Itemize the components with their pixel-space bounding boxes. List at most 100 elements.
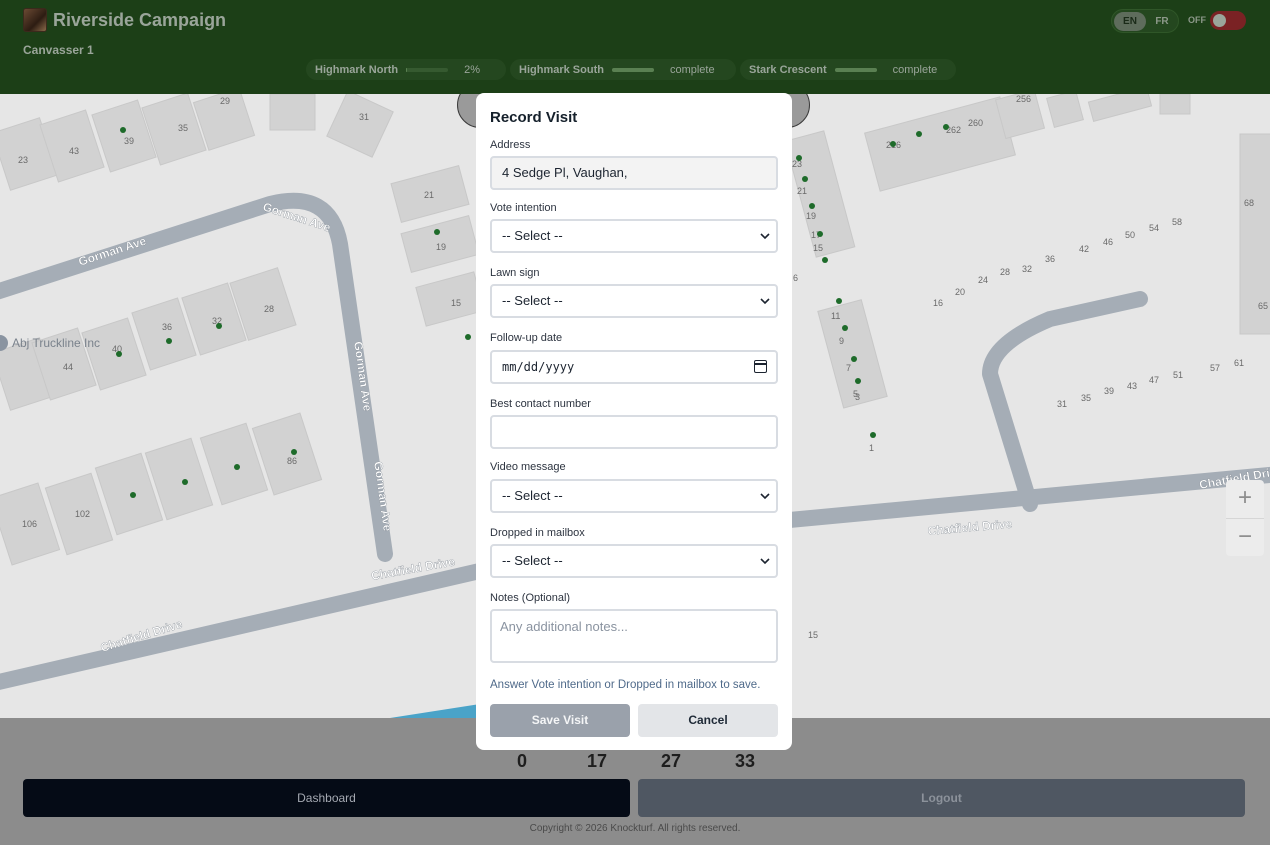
video-message-value: -- Select --	[502, 488, 563, 503]
house-number-label: 19	[806, 211, 816, 221]
vote-intention-label: Vote intention	[490, 202, 557, 214]
best-contact-input[interactable]	[490, 415, 778, 449]
visited-house-marker[interactable]	[291, 449, 297, 455]
house-number-label: 44	[63, 362, 73, 372]
house-number-label: 47	[1149, 375, 1159, 385]
lang-fr-button[interactable]: FR	[1146, 12, 1178, 31]
toggle-state-label: OFF	[1188, 15, 1206, 25]
house-number-label: 36	[1045, 254, 1055, 264]
house-number-label: 39	[1104, 386, 1114, 396]
visited-house-marker[interactable]	[216, 323, 222, 329]
house-number-label: 46	[1103, 237, 1113, 247]
visited-house-marker[interactable]	[809, 203, 815, 209]
territory-pill[interactable]: Stark Crescent complete	[740, 59, 956, 80]
house-number-label: 35	[1081, 393, 1091, 403]
follow-up-date-placeholder: mm/dd/yyyy	[502, 360, 575, 374]
house-number-label: 29	[220, 96, 230, 106]
visited-house-marker[interactable]	[120, 127, 126, 133]
house-number-label: 42	[1079, 244, 1089, 254]
house-number-label: 50	[1125, 230, 1135, 240]
chevron-down-icon	[760, 298, 770, 305]
visited-house-marker[interactable]	[434, 229, 440, 235]
visited-house-marker[interactable]	[465, 334, 471, 340]
house-number-label: 20	[955, 287, 965, 297]
address-field[interactable]: 4 Sedge Pl, Vaughan,	[490, 156, 778, 190]
lawn-sign-select[interactable]: -- Select --	[490, 284, 778, 318]
house-number-label: 58	[1172, 217, 1182, 227]
visited-house-marker[interactable]	[836, 298, 842, 304]
zoom-in-button[interactable]: +	[1226, 480, 1264, 518]
house-number-label: 54	[1149, 223, 1159, 233]
house-number-label: 16	[933, 298, 943, 308]
record-visit-modal: Record Visit Address 4 Sedge Pl, Vaughan…	[476, 93, 792, 750]
house-number-label: 43	[69, 146, 79, 156]
zoom-out-button[interactable]: −	[1226, 518, 1264, 556]
house-number-label: 23	[18, 155, 28, 165]
visited-house-marker[interactable]	[802, 176, 808, 182]
zoom-control: + −	[1226, 480, 1264, 556]
lang-en-button[interactable]: EN	[1114, 12, 1146, 31]
house-number-label: 68	[1244, 198, 1254, 208]
territory-status: complete	[892, 63, 938, 76]
dropped-mailbox-value: -- Select --	[502, 553, 563, 568]
territory-progress-bar	[611, 67, 654, 72]
video-message-select[interactable]: -- Select --	[490, 479, 778, 513]
territory-name: Highmark North	[315, 63, 399, 76]
app-header: Riverside Campaign Canvasser 1 EN FR OFF…	[0, 0, 1270, 94]
video-message-label: Video message	[490, 461, 566, 473]
validation-hint: Answer Vote intention or Dropped in mail…	[490, 679, 761, 691]
save-visit-button[interactable]: Save Visit	[490, 704, 630, 737]
house-number-label: 32	[1022, 264, 1032, 274]
tracking-switch[interactable]	[1210, 11, 1246, 30]
visited-house-marker[interactable]	[822, 257, 828, 263]
visited-house-marker[interactable]	[890, 141, 896, 147]
house-number-label: 260	[968, 118, 983, 128]
house-number-label: 256	[1016, 94, 1031, 104]
visited-house-marker[interactable]	[234, 464, 240, 470]
house-number-label: 57	[1210, 363, 1220, 373]
dropped-mailbox-select[interactable]: -- Select --	[490, 544, 778, 578]
house-number-label: 102	[75, 509, 90, 519]
stat-value: 17	[587, 751, 608, 771]
house-number-label: 1	[869, 443, 874, 453]
visited-house-marker[interactable]	[842, 325, 848, 331]
best-contact-label: Best contact number	[490, 398, 591, 410]
logout-button[interactable]: Logout	[638, 779, 1245, 817]
visited-house-marker[interactable]	[116, 351, 122, 357]
lawn-sign-value: -- Select --	[502, 293, 563, 308]
visited-house-marker[interactable]	[851, 356, 857, 362]
territory-pill[interactable]: Highmark South complete	[510, 59, 736, 80]
copyright-text: Copyright © 2026 Knockturf. All rights r…	[529, 823, 741, 834]
house-number-label: 43	[1127, 381, 1137, 391]
visited-house-marker[interactable]	[796, 155, 802, 161]
visited-house-marker[interactable]	[130, 492, 136, 498]
dropped-mailbox-label: Dropped in mailbox	[490, 527, 585, 539]
follow-up-date-input[interactable]: mm/dd/yyyy	[490, 350, 778, 384]
visited-house-marker[interactable]	[182, 479, 188, 485]
territory-name: Highmark South	[519, 63, 604, 76]
chevron-down-icon	[760, 493, 770, 500]
dashboard-button[interactable]: Dashboard	[23, 779, 630, 817]
house-number-label: 65	[1258, 301, 1268, 311]
calendar-icon[interactable]	[754, 360, 767, 373]
visited-house-marker[interactable]	[166, 338, 172, 344]
visited-house-marker[interactable]	[855, 378, 861, 384]
water-area	[390, 704, 480, 718]
modal-title: Record Visit	[490, 109, 578, 126]
territory-pill[interactable]: Highmark North 2%	[306, 59, 506, 80]
stat-value: 27	[661, 751, 682, 771]
notes-label: Notes (Optional)	[490, 592, 571, 604]
visited-house-marker[interactable]	[817, 231, 823, 237]
visited-house-marker[interactable]	[916, 131, 922, 137]
vote-intention-select[interactable]: -- Select --	[490, 219, 778, 253]
stat-value: 33	[735, 751, 756, 771]
house-number-label: 61	[1234, 358, 1244, 368]
house-number-label: 31	[1057, 399, 1067, 409]
visited-house-marker[interactable]	[943, 124, 949, 130]
cancel-button[interactable]: Cancel	[638, 704, 778, 737]
visited-house-marker[interactable]	[870, 432, 876, 438]
switch-knob	[1213, 14, 1226, 27]
house-number-label: 36	[162, 322, 172, 332]
lawn-sign-label: Lawn sign	[490, 267, 540, 279]
notes-textarea[interactable]: Any additional notes...	[490, 609, 778, 663]
